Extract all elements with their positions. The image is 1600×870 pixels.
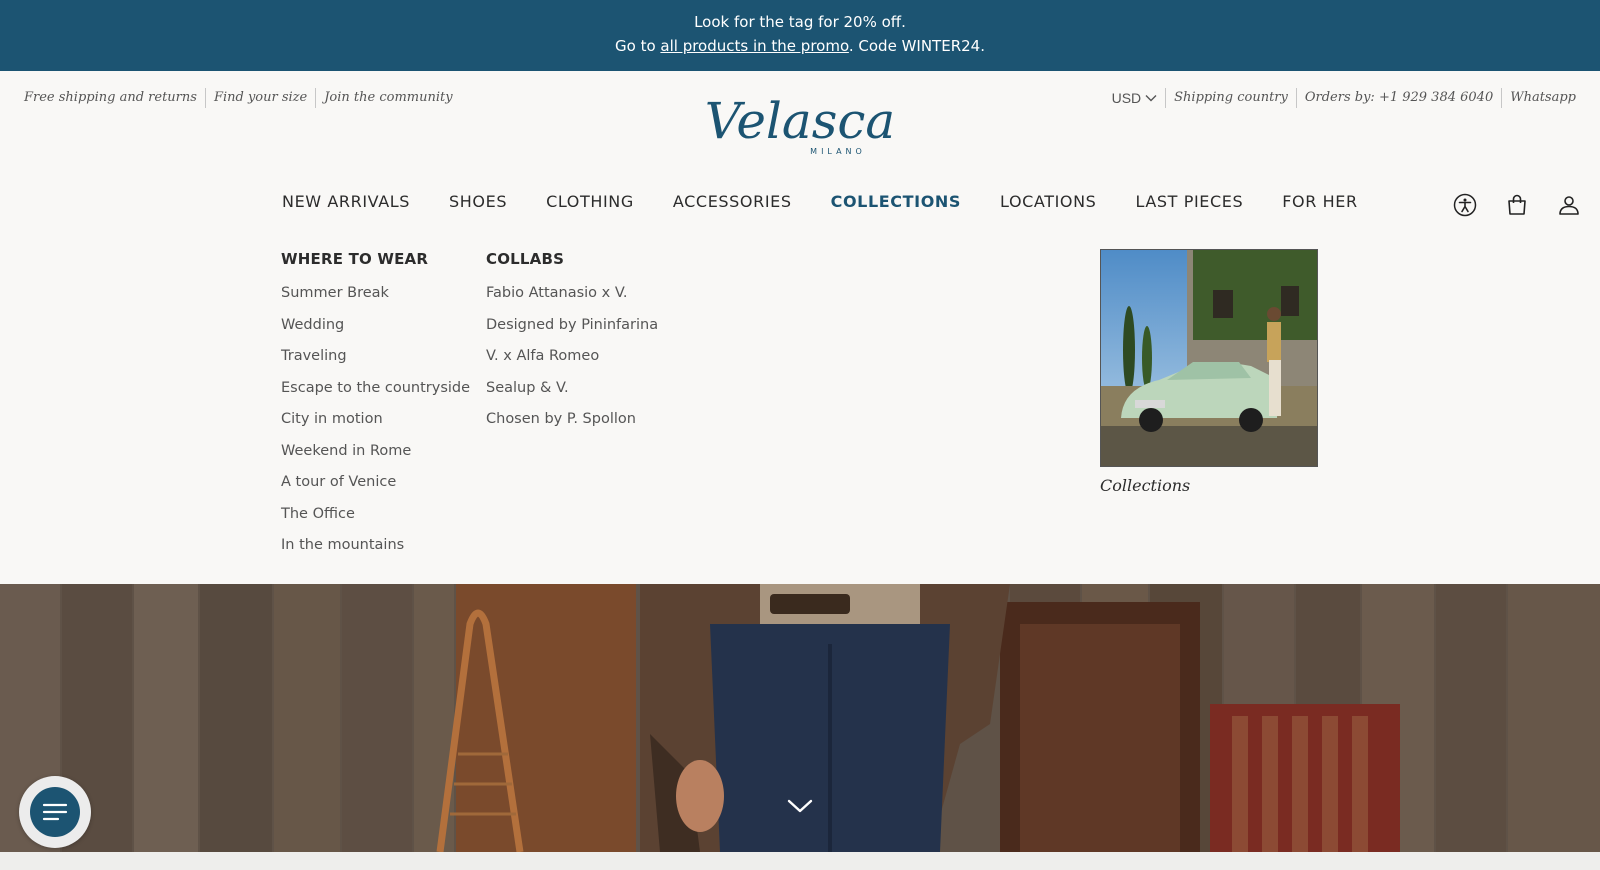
promo-line-2-suffix: . Code WINTER24.	[848, 37, 985, 55]
header-icons	[1452, 192, 1582, 218]
promo-line-2: Go to all products in the promo. Code WI…	[0, 34, 1600, 58]
scroll-down-chevron-icon[interactable]	[786, 796, 814, 816]
menu-link-weekend-in-rome[interactable]: Weekend in Rome	[281, 436, 470, 468]
nav-last-pieces[interactable]: LAST PIECES	[1135, 192, 1243, 211]
chat-icon	[42, 803, 68, 821]
nav-collections[interactable]: COLLECTIONS	[831, 192, 961, 211]
find-your-size-link[interactable]: Find your size	[206, 88, 315, 108]
utility-links-left: Free shipping and returns Find your size…	[24, 88, 461, 108]
currency-value: USD	[1111, 90, 1142, 106]
logo-wordmark: Velasca	[705, 92, 895, 150]
nav-for-her[interactable]: FOR HER	[1282, 192, 1357, 211]
menu-link-fabio-attanasio[interactable]: Fabio Attanasio x V.	[486, 278, 658, 310]
free-shipping-link[interactable]: Free shipping and returns	[24, 88, 205, 108]
promo-products-link[interactable]: all products in the promo	[660, 37, 848, 55]
currency-selector[interactable]: USD	[1104, 88, 1166, 108]
menu-link-city-in-motion[interactable]: City in motion	[281, 404, 470, 436]
cart-button[interactable]	[1504, 192, 1530, 218]
menu-link-alfa-romeo[interactable]: V. x Alfa Romeo	[486, 341, 658, 373]
promo-line-1: Look for the tag for 20% off.	[694, 13, 906, 31]
whatsapp-link[interactable]: Whatsapp	[1502, 88, 1576, 108]
bottom-strip	[0, 852, 1600, 870]
accessibility-button[interactable]	[1452, 192, 1478, 218]
nav-shoes[interactable]: SHOES	[449, 192, 507, 211]
collabs-heading: COLLABS	[486, 250, 565, 268]
main-nav: NEW ARRIVALS SHOES CLOTHING ACCESSORIES …	[282, 192, 1358, 211]
account-icon	[1559, 196, 1579, 215]
nav-accessories[interactable]: ACCESSORIES	[673, 192, 792, 211]
promo-bar: Look for the tag for 20% off. Go to all …	[0, 0, 1600, 71]
collections-photo	[1101, 250, 1317, 466]
mega-menu-where-to-wear: WHERE TO WEAR Summer Break Wedding Trave…	[281, 250, 470, 562]
orders-phone-link[interactable]: Orders by: +1 929 384 6040	[1297, 88, 1501, 108]
join-community-link[interactable]: Join the community	[316, 88, 460, 108]
chat-button[interactable]	[19, 776, 91, 848]
nav-new-arrivals[interactable]: NEW ARRIVALS	[282, 192, 410, 211]
collections-promo-image[interactable]	[1100, 249, 1318, 467]
logo-subtitle: MILANO	[810, 147, 866, 156]
velasca-logo[interactable]: Velasca MILANO	[700, 84, 900, 160]
menu-link-traveling[interactable]: Traveling	[281, 341, 470, 373]
account-button[interactable]	[1556, 192, 1582, 218]
shopping-bag-icon	[1508, 194, 1526, 215]
menu-link-in-the-mountains[interactable]: In the mountains	[281, 530, 470, 562]
accessibility-icon	[1453, 193, 1477, 217]
menu-link-pininfarina[interactable]: Designed by Pininfarina	[486, 310, 658, 342]
utility-links-right: USD Shipping country Orders by: +1 929 3…	[1104, 88, 1576, 108]
menu-link-the-office[interactable]: The Office	[281, 499, 470, 531]
menu-link-wedding[interactable]: Wedding	[281, 310, 470, 342]
chat-bubble	[30, 787, 80, 837]
shipping-country-link[interactable]: Shipping country	[1166, 88, 1296, 108]
nav-clothing[interactable]: CLOTHING	[546, 192, 634, 211]
menu-link-sealup[interactable]: Sealup & V.	[486, 373, 658, 405]
where-to-wear-heading: WHERE TO WEAR	[281, 250, 429, 268]
collections-caption[interactable]: Collections	[1100, 476, 1190, 495]
chevron-down-icon	[1145, 95, 1157, 102]
menu-link-summer-break[interactable]: Summer Break	[281, 278, 470, 310]
nav-locations[interactable]: LOCATIONS	[1000, 192, 1096, 211]
promo-line-2-prefix: Go to	[615, 37, 661, 55]
menu-link-countryside[interactable]: Escape to the countryside	[281, 373, 470, 405]
mega-menu-collabs: COLLABS Fabio Attanasio x V. Designed by…	[486, 250, 658, 436]
menu-link-spollon[interactable]: Chosen by P. Spollon	[486, 404, 658, 436]
menu-link-tour-of-venice[interactable]: A tour of Venice	[281, 467, 470, 499]
